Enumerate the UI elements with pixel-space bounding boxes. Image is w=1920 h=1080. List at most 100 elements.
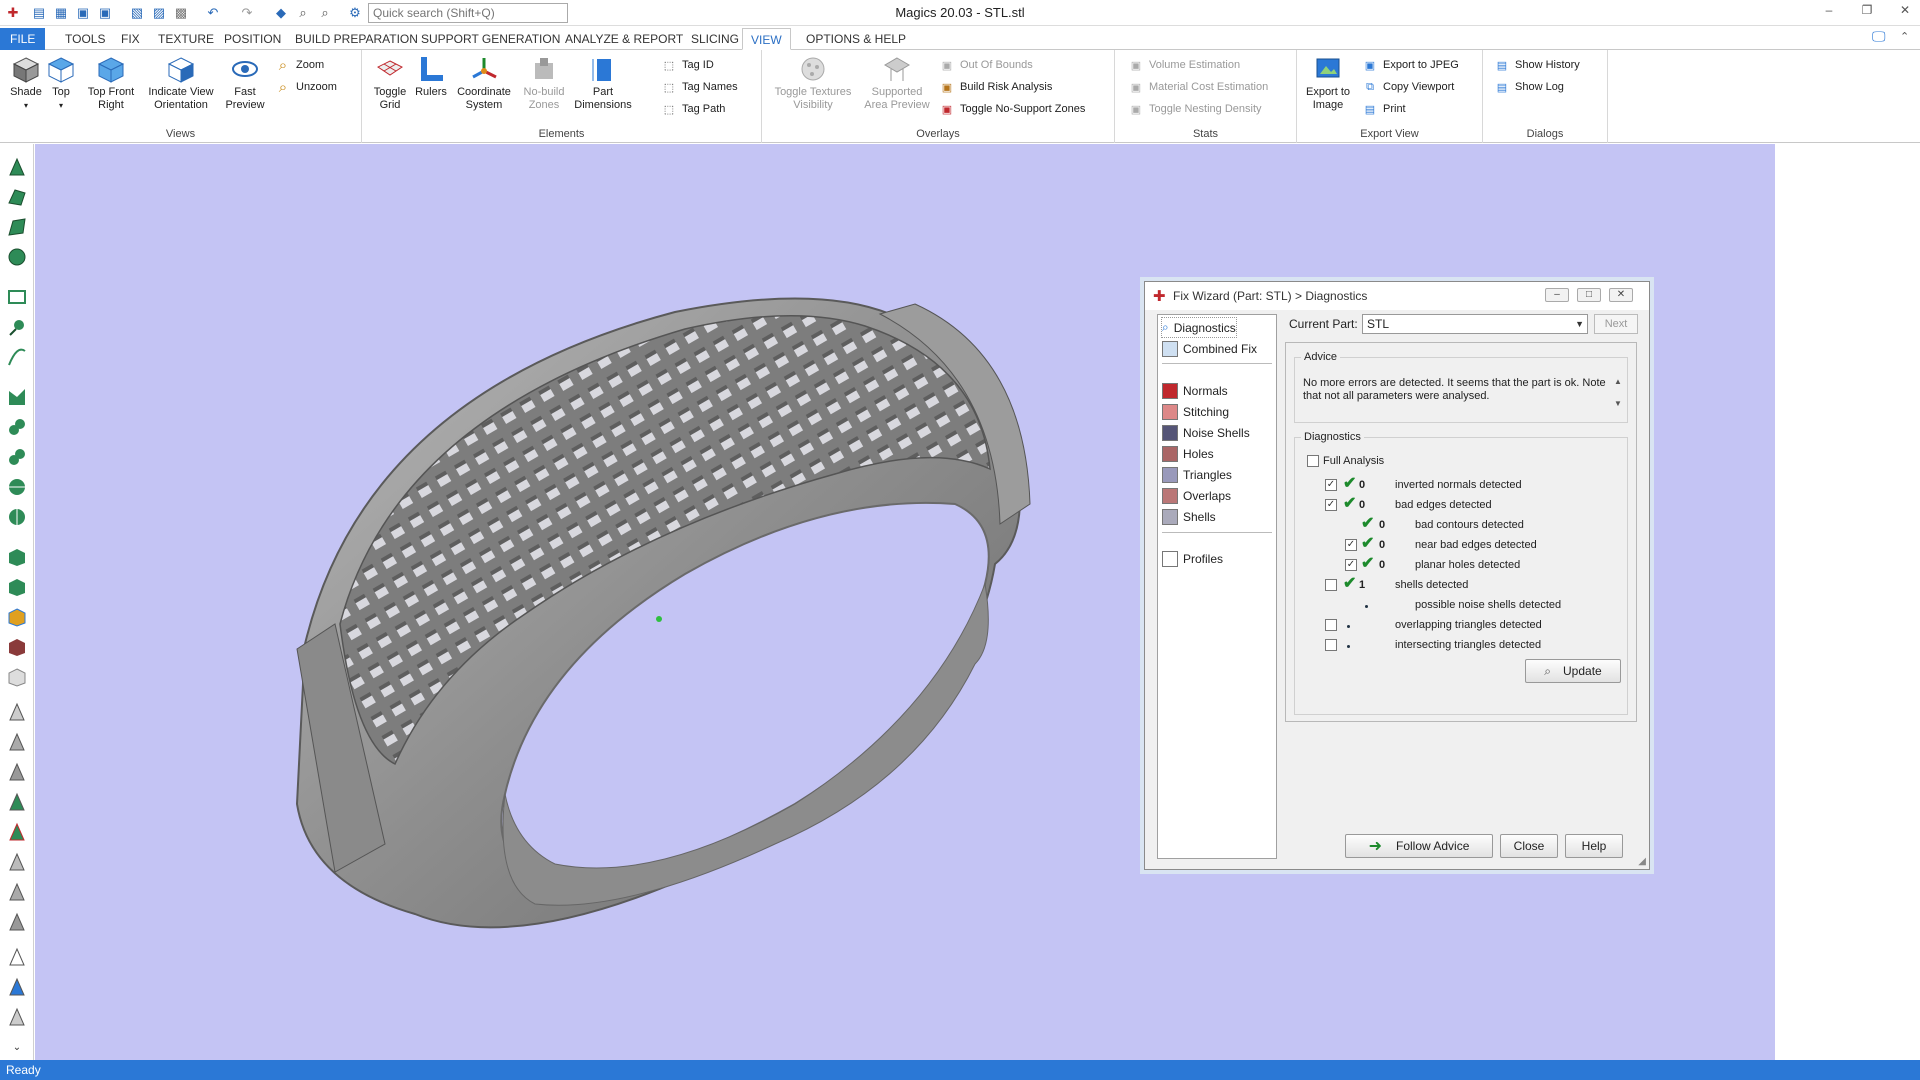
overlapping-triangles-checkbox[interactable] — [1325, 619, 1337, 631]
show-history-button[interactable]: ▤ Show History — [1493, 56, 1580, 74]
quick-search-input[interactable] — [368, 3, 568, 23]
unzoom-button[interactable]: ⌕ Unzoom — [274, 78, 337, 96]
view-icon[interactable] — [4, 944, 30, 970]
volume-estimation-button[interactable]: ▣ Volume Estimation — [1127, 56, 1240, 74]
measure-3-icon[interactable] — [4, 759, 30, 785]
unload-icon[interactable]: ▩ — [172, 4, 190, 22]
select-plane-icon[interactable] — [4, 184, 30, 210]
dialog-title-bar[interactable]: ✚ Fix Wizard (Part: STL) > Diagnostics –… — [1145, 282, 1649, 310]
dialog-maximize-button[interactable]: □ — [1577, 288, 1601, 302]
brush-icon[interactable] — [4, 314, 30, 340]
inverted-normals-checkbox[interactable]: ✓ — [1325, 479, 1337, 491]
tab-support-generation[interactable]: SUPPORT GENERATION — [413, 28, 568, 50]
save-all-icon[interactable]: ▣ — [96, 4, 114, 22]
current-part-select[interactable]: STL ▼ — [1362, 314, 1588, 334]
minimize-button[interactable]: – — [1818, 3, 1840, 21]
resize-grip-icon[interactable]: ◢ — [1638, 856, 1646, 867]
sphere-select-2-icon[interactable] — [4, 504, 30, 530]
help-button[interactable]: Help — [1565, 834, 1623, 858]
lasso-icon[interactable] — [4, 284, 30, 310]
part-select-2-icon[interactable] — [4, 574, 30, 600]
out-of-bounds-button[interactable]: ▣ Out Of Bounds — [938, 56, 1033, 74]
export-to-jpeg-button[interactable]: ▣ Export to JPEG — [1361, 56, 1459, 74]
indicate-view-orientation-button[interactable]: Indicate View Orientation — [144, 54, 218, 112]
select-triangle-icon[interactable] — [4, 154, 30, 180]
select-shell-icon[interactable] — [4, 244, 30, 270]
toggle-grid-button[interactable]: Toggle Grid — [370, 54, 410, 112]
nav-shells[interactable]: Shells — [1162, 507, 1216, 526]
tab-build-preparation[interactable]: BUILD PREPARATION — [287, 28, 426, 50]
mark-icon[interactable] — [4, 819, 30, 845]
zoom-button[interactable]: ⌕ Zoom — [274, 56, 324, 74]
measure-icon[interactable] — [4, 699, 30, 725]
next-button[interactable]: Next — [1594, 314, 1638, 334]
show-log-button[interactable]: ▤ Show Log — [1493, 78, 1564, 96]
material-cost-estimation-button[interactable]: ▣ Material Cost Estimation — [1127, 78, 1268, 96]
display-icon[interactable]: 🖵 — [1872, 28, 1886, 45]
measure-4-icon[interactable] — [4, 789, 30, 815]
nav-triangles[interactable]: Triangles — [1162, 465, 1232, 484]
toggle-no-support-zones-button[interactable]: ▣ Toggle No-Support Zones — [938, 100, 1086, 118]
part-select-icon[interactable] — [4, 544, 30, 570]
close-button[interactable]: Close — [1500, 834, 1558, 858]
undo-icon[interactable]: ↶ — [204, 4, 222, 22]
tag-names-button[interactable]: ⬚ Tag Names — [660, 78, 738, 96]
build-risk-analysis-button[interactable]: ▣ Build Risk Analysis — [938, 78, 1053, 96]
tab-fix[interactable]: FIX — [113, 28, 148, 50]
toggle-nesting-density-button[interactable]: ▣ Toggle Nesting Density — [1127, 100, 1262, 118]
tab-slicing[interactable]: SLICING — [683, 28, 747, 50]
coordinate-system-button[interactable]: Coordinate System — [454, 54, 514, 112]
bad-edges-checkbox[interactable]: ✓ — [1325, 499, 1337, 511]
nav-normals[interactable]: Normals — [1162, 381, 1228, 400]
part-box-icon[interactable] — [4, 634, 30, 660]
dialog-close-button[interactable]: ✕ — [1609, 288, 1633, 302]
tag-path-button[interactable]: ⬚ Tag Path — [660, 100, 726, 118]
full-analysis-checkbox[interactable] — [1307, 455, 1319, 467]
tab-tools[interactable]: TOOLS — [57, 28, 113, 50]
nav-combined-fix[interactable]: Combined Fix — [1162, 339, 1257, 358]
nav-overlaps[interactable]: Overlaps — [1162, 486, 1231, 505]
zoom-icon[interactable]: ⌕ — [294, 4, 312, 22]
nav-stitching[interactable]: Stitching — [1162, 402, 1229, 421]
export-to-image-button[interactable]: Export to Image — [1305, 54, 1351, 112]
view-cube-icon[interactable]: ◆ — [272, 4, 290, 22]
part-color-icon[interactable] — [4, 604, 30, 630]
more-tools-icon[interactable]: ⌄ — [4, 1034, 30, 1060]
part-outline-icon[interactable] — [4, 664, 30, 690]
collapse-ribbon-icon[interactable]: ⌃ — [1900, 30, 1909, 43]
tab-texture[interactable]: TEXTURE — [150, 28, 222, 50]
unzoom-icon[interactable]: ⌕ — [316, 4, 334, 22]
tab-view[interactable]: VIEW — [742, 28, 791, 50]
nav-profiles[interactable]: Profiles — [1162, 549, 1223, 568]
settings-icon[interactable]: ⚙ — [346, 4, 364, 22]
top-view-button[interactable]: Top ▾ — [46, 54, 76, 112]
near-bad-edges-checkbox[interactable]: ✓ — [1345, 539, 1357, 551]
curve-icon[interactable] — [4, 344, 30, 370]
follow-advice-button[interactable]: ➜ Follow Advice — [1345, 834, 1493, 858]
select-surface-icon[interactable] — [4, 214, 30, 240]
restore-button[interactable]: ❐ — [1856, 3, 1878, 21]
shells-checkbox[interactable] — [1325, 579, 1337, 591]
supported-area-preview-button[interactable]: Supported Area Preview — [862, 54, 932, 112]
copy-viewport-button[interactable]: ⧉ Copy Viewport — [1361, 78, 1454, 96]
planar-holes-checkbox[interactable]: ✓ — [1345, 559, 1357, 571]
toggle-textures-visibility-button[interactable]: Toggle Textures Visibility — [770, 54, 856, 112]
measure-2-icon[interactable] — [4, 729, 30, 755]
intersecting-triangles-checkbox[interactable] — [1325, 639, 1337, 651]
shade-button[interactable]: Shade ▾ — [6, 54, 46, 112]
advice-scrollbar[interactable]: ▲ ▼ — [1611, 371, 1625, 415]
mesh-select-icon[interactable] — [4, 384, 30, 410]
mark-3-icon[interactable] — [4, 879, 30, 905]
redo-icon[interactable]: ↷ — [238, 4, 256, 22]
fast-preview-button[interactable]: Fast Preview — [222, 54, 268, 112]
view-3-icon[interactable] — [4, 1004, 30, 1030]
nav-diagnostics[interactable]: ⌕ Diagnostics — [1161, 317, 1237, 338]
tab-options-help[interactable]: OPTIONS & HELP — [798, 28, 914, 50]
view-2-icon[interactable] — [4, 974, 30, 1000]
tab-file[interactable]: FILE — [0, 28, 46, 50]
mark-2-icon[interactable] — [4, 849, 30, 875]
import-icon[interactable]: ▧ — [128, 4, 146, 22]
mark-4-icon[interactable] — [4, 909, 30, 935]
nav-noise-shells[interactable]: Noise Shells — [1162, 423, 1250, 442]
nav-holes[interactable]: Holes — [1162, 444, 1214, 463]
